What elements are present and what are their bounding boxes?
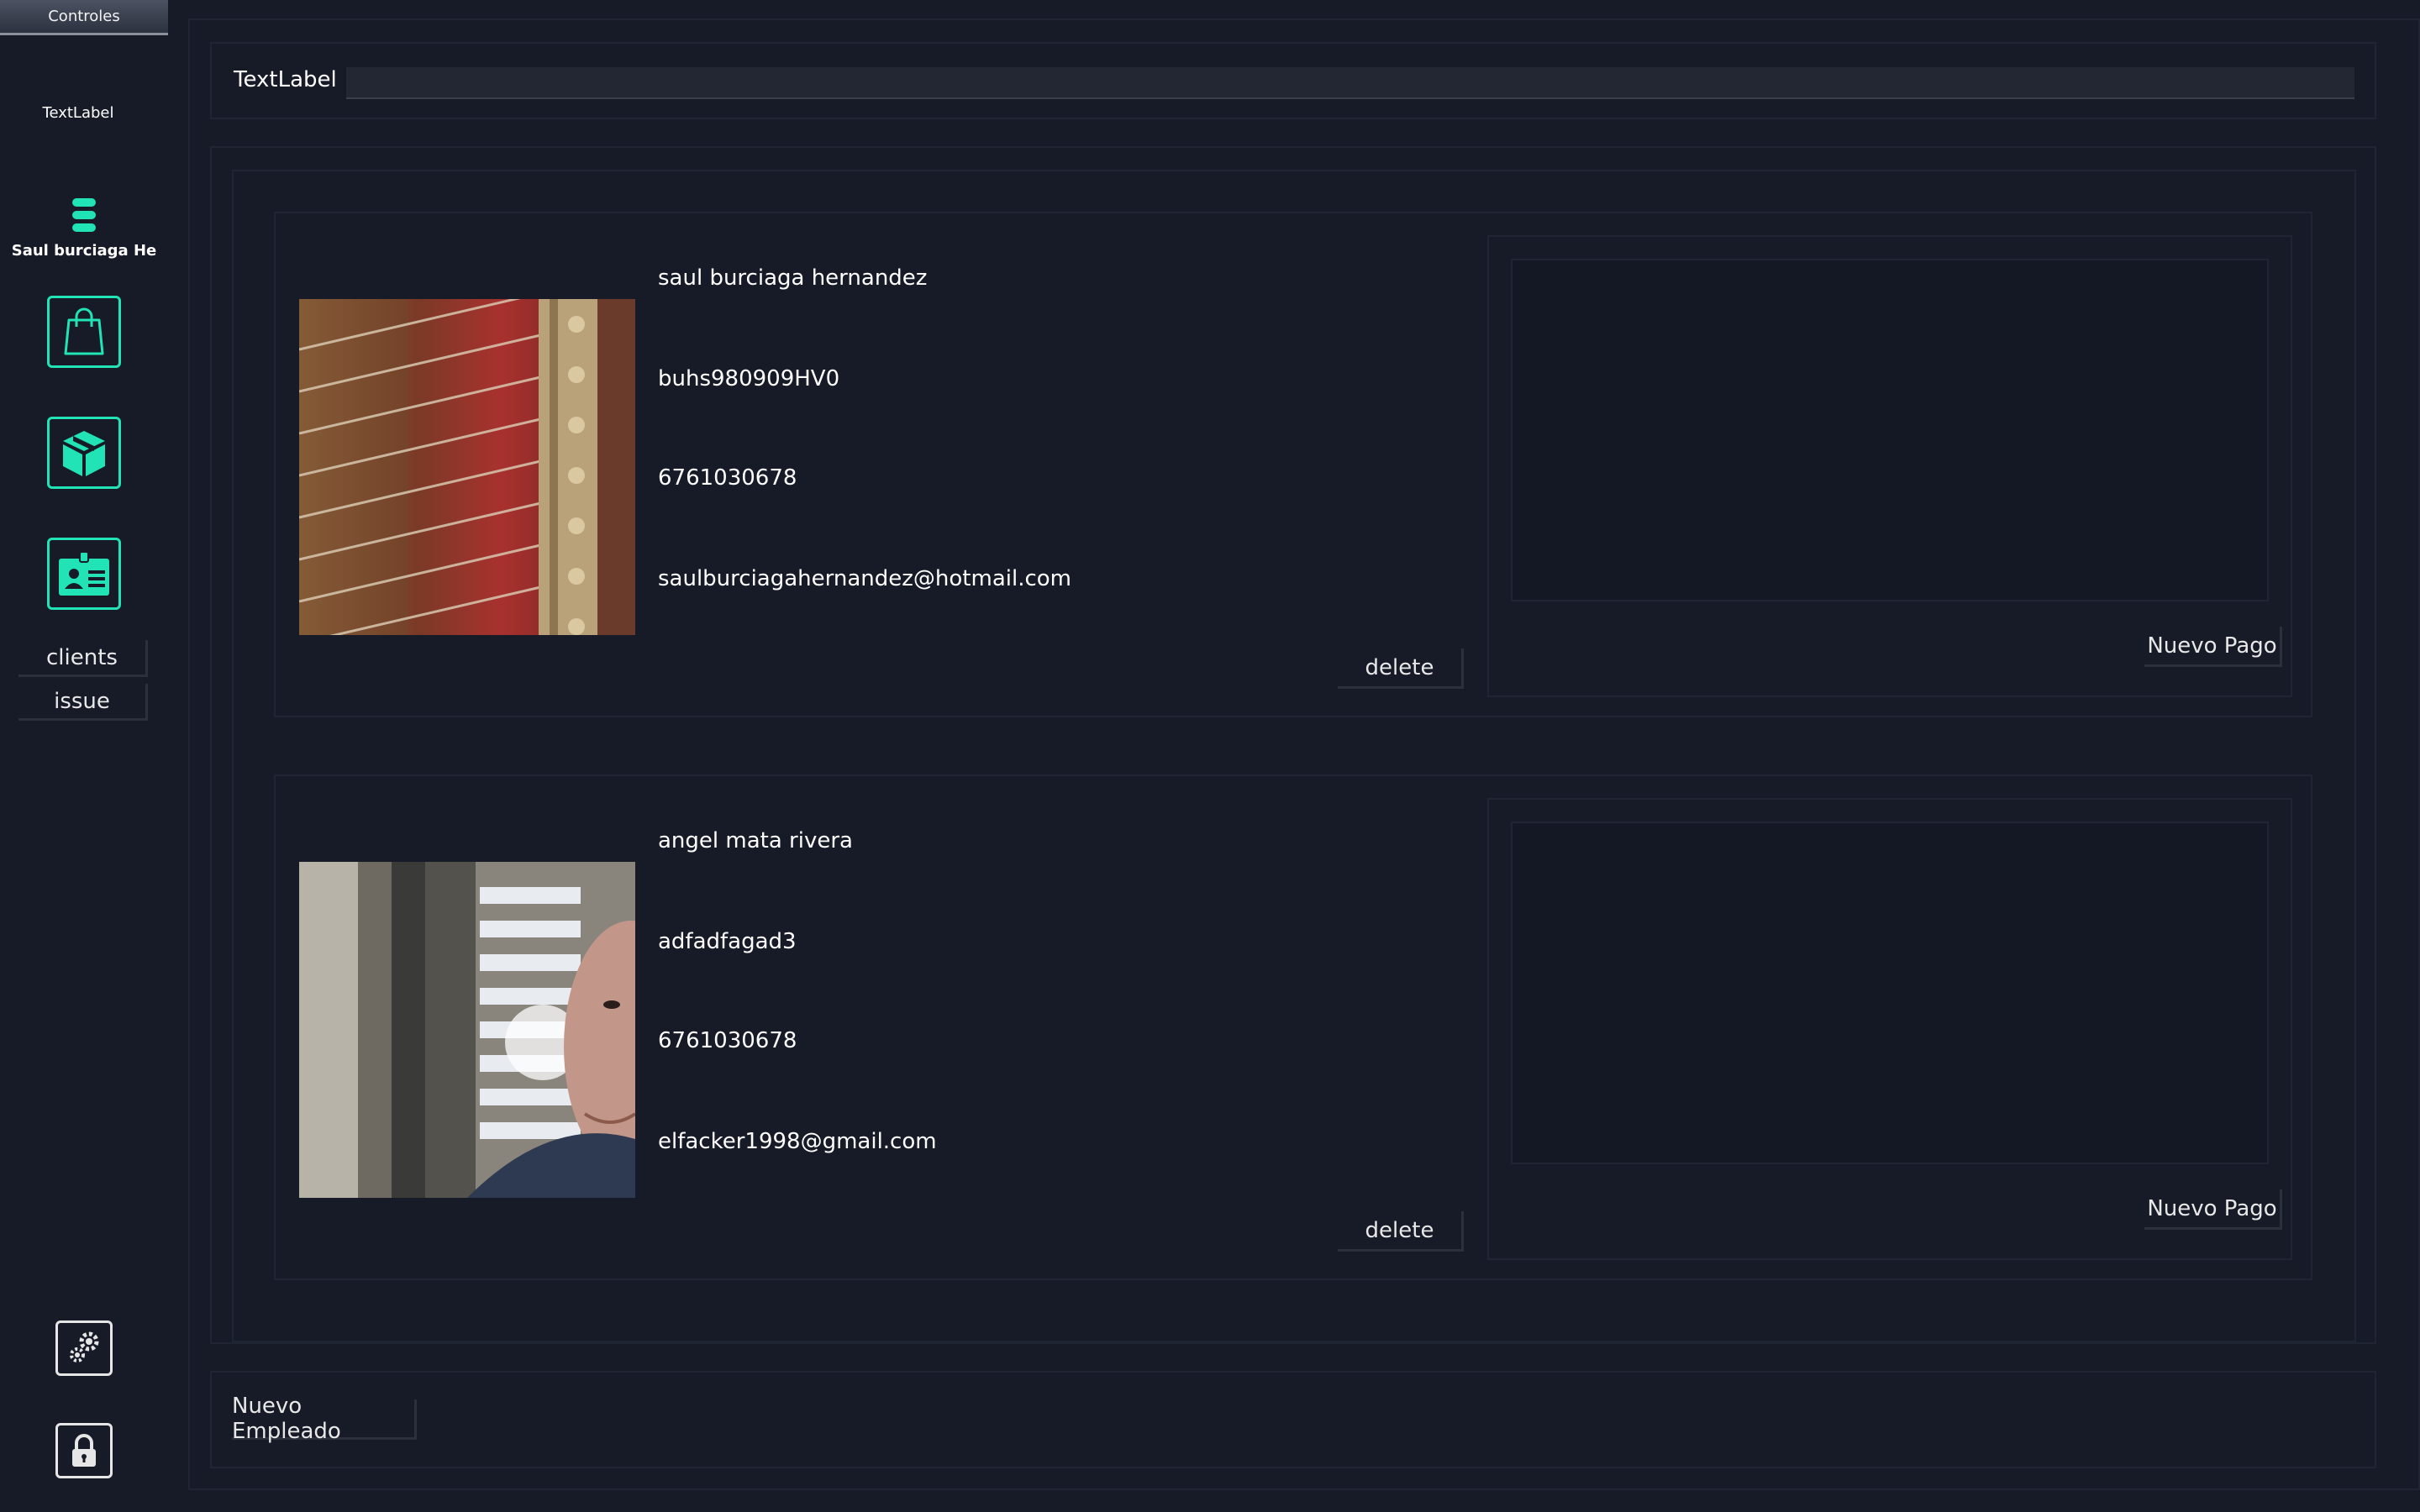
new-payment-button[interactable]: Nuevo Pago	[2144, 1189, 2282, 1230]
employee-photo	[299, 299, 635, 635]
search-input[interactable]	[346, 67, 2354, 99]
new-employee-button[interactable]: Nuevo Empleado	[232, 1394, 417, 1444]
payments-panel: Nuevo Pago	[1487, 798, 2292, 1260]
employee-phone: 6761030678	[658, 465, 797, 491]
payments-panel: Nuevo Pago	[1487, 235, 2292, 697]
sidebar-text-label: TextLabel	[42, 104, 114, 122]
settings-gears-icon	[70, 1331, 99, 1362]
employee-photo	[299, 862, 635, 1198]
employee-email: elfacker1998@gmail.com	[658, 1129, 937, 1154]
delete-button[interactable]: delete	[1338, 1211, 1464, 1252]
employee-card: saul burciaga hernandez buhs980909HV0 67…	[274, 212, 2312, 717]
lock-button[interactable]	[55, 1423, 113, 1478]
nav-products-button[interactable]	[47, 417, 121, 489]
issue-button[interactable]: issue	[18, 684, 148, 721]
employee-rfc: adfadfagad3	[658, 929, 797, 954]
new-payment-button[interactable]: Nuevo Pago	[2144, 627, 2282, 667]
employee-email: saulburciagahernandez@hotmail.com	[658, 566, 1071, 591]
clients-button[interactable]: clients	[18, 640, 148, 677]
app-window: Controles TextLabel Saul burciaga He cli…	[0, 0, 2420, 1512]
payments-list[interactable]	[1511, 822, 2269, 1164]
delete-button[interactable]: delete	[1338, 648, 1464, 689]
search-row: TextLabel	[210, 42, 2376, 119]
payments-list[interactable]	[1511, 259, 2269, 601]
employee-card: angel mata rivera adfadfagad3 6761030678…	[274, 774, 2312, 1280]
sidebar-header: Controles	[0, 0, 168, 35]
user-name: Saul burciaga He	[11, 242, 157, 260]
employee-phone: 6761030678	[658, 1028, 797, 1053]
shopping-bag-icon	[64, 307, 104, 355]
footer-bar: Nuevo Empleado	[210, 1371, 2376, 1468]
package-box-icon	[63, 431, 105, 476]
employee-name: angel mata rivera	[658, 828, 853, 853]
nav-sales-button[interactable]	[47, 296, 121, 368]
employee-rfc: buhs980909HV0	[658, 366, 840, 391]
id-card-icon	[59, 551, 109, 596]
sidebar: Controles TextLabel Saul burciaga He cli…	[0, 0, 168, 1512]
employee-name: saul burciaga hernandez	[658, 265, 928, 291]
nav-employees-button[interactable]	[47, 538, 121, 610]
lock-icon	[72, 1434, 96, 1467]
search-label: TextLabel	[234, 67, 337, 92]
menu-icon[interactable]	[72, 198, 96, 232]
settings-button[interactable]	[55, 1320, 113, 1376]
